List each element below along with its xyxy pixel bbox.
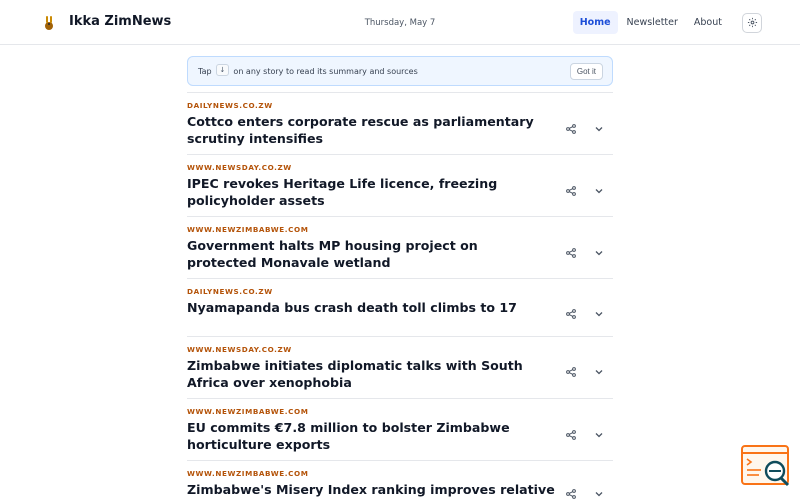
article-item[interactable]: DAILYNEWS.CO.ZW Cottco enters corporate … bbox=[187, 93, 613, 155]
dismiss-tip-button[interactable]: Got it bbox=[569, 63, 603, 80]
share-icon bbox=[566, 425, 576, 444]
terminal-search-icon bbox=[741, 445, 791, 494]
chevron-down-icon bbox=[594, 362, 604, 381]
nav-about[interactable]: About bbox=[687, 11, 729, 34]
share-button[interactable] bbox=[563, 182, 579, 198]
share-button[interactable] bbox=[563, 120, 579, 136]
main-nav: Home Newsletter About bbox=[571, 11, 762, 34]
article-item[interactable]: DAILYNEWS.CO.ZW Nyamapanda bus crash dea… bbox=[187, 279, 613, 337]
chevron-down-icon bbox=[594, 119, 604, 138]
tip-suffix: on any story to read its summary and sou… bbox=[233, 66, 418, 76]
article-title[interactable]: Nyamapanda bus crash death toll climbs t… bbox=[187, 299, 542, 316]
article-title[interactable]: IPEC revokes Heritage Life licence, free… bbox=[187, 175, 542, 209]
gear-icon bbox=[747, 13, 758, 32]
share-button[interactable] bbox=[563, 485, 579, 500]
article-title[interactable]: Cottco enters corporate rescue as parlia… bbox=[187, 113, 542, 147]
article-source[interactable]: WWW.NEWZIMBABWE.COM bbox=[187, 225, 308, 234]
chevron-down-icon bbox=[594, 425, 604, 444]
article-source[interactable]: DAILYNEWS.CO.ZW bbox=[187, 101, 273, 110]
nav-newsletter[interactable]: Newsletter bbox=[620, 11, 685, 34]
floating-widget[interactable] bbox=[741, 445, 791, 490]
expand-button[interactable] bbox=[591, 363, 607, 379]
article-list: DAILYNEWS.CO.ZW Cottco enters corporate … bbox=[187, 92, 613, 500]
expand-button[interactable] bbox=[591, 244, 607, 260]
article-item[interactable]: WWW.NEWZIMBABWE.COM EU commits €7.8 mill… bbox=[187, 399, 613, 461]
tip-banner: Tap ↓ on any story to read its summary a… bbox=[187, 56, 613, 86]
tip-message: Tap ↓ on any story to read its summary a… bbox=[198, 64, 418, 76]
share-icon bbox=[566, 362, 576, 381]
expand-button[interactable] bbox=[591, 426, 607, 442]
expand-button[interactable] bbox=[591, 305, 607, 321]
tip-prefix: Tap bbox=[198, 66, 212, 76]
settings-button[interactable] bbox=[742, 12, 762, 33]
article-title[interactable]: Zimbabwe's Misery Index ranking improves… bbox=[187, 481, 567, 500]
share-icon bbox=[566, 119, 576, 138]
nav-home[interactable]: Home bbox=[572, 11, 618, 34]
chevron-down-icon bbox=[594, 243, 604, 262]
article-source[interactable]: WWW.NEWSDAY.CO.ZW bbox=[187, 163, 292, 172]
article-item[interactable]: WWW.NEWZIMBABWE.COM Zimbabwe's Misery In… bbox=[187, 461, 613, 500]
article-item[interactable]: WWW.NEWZIMBABWE.COM Government halts MP … bbox=[187, 217, 613, 279]
share-icon bbox=[566, 484, 576, 500]
article-item[interactable]: WWW.NEWSDAY.CO.ZW IPEC revokes Heritage … bbox=[187, 155, 613, 217]
share-button[interactable] bbox=[563, 244, 579, 260]
key-hint: ↓ bbox=[215, 64, 230, 76]
article-title[interactable]: Government halts MP housing project on p… bbox=[187, 237, 542, 271]
share-button[interactable] bbox=[563, 363, 579, 379]
share-icon bbox=[566, 304, 576, 323]
article-source[interactable]: WWW.NEWSDAY.CO.ZW bbox=[187, 345, 292, 354]
article-source[interactable]: DAILYNEWS.CO.ZW bbox=[187, 287, 273, 296]
expand-button[interactable] bbox=[591, 485, 607, 500]
chevron-down-icon bbox=[594, 484, 604, 500]
article-source[interactable]: WWW.NEWZIMBABWE.COM bbox=[187, 407, 308, 416]
expand-button[interactable] bbox=[591, 120, 607, 136]
header: Ikka ZimNews Thursday, May 7 Home Newsle… bbox=[0, 0, 800, 45]
share-icon bbox=[566, 181, 576, 200]
share-icon bbox=[566, 243, 576, 262]
share-button[interactable] bbox=[563, 305, 579, 321]
article-title[interactable]: EU commits €7.8 million to bolster Zimba… bbox=[187, 419, 542, 453]
share-button[interactable] bbox=[563, 426, 579, 442]
chevron-down-icon bbox=[594, 304, 604, 323]
expand-button[interactable] bbox=[591, 182, 607, 198]
article-item[interactable]: WWW.NEWSDAY.CO.ZW Zimbabwe initiates dip… bbox=[187, 337, 613, 399]
article-source[interactable]: WWW.NEWZIMBABWE.COM bbox=[187, 469, 308, 478]
chevron-down-icon bbox=[594, 181, 604, 200]
article-title[interactable]: Zimbabwe initiates diplomatic talks with… bbox=[187, 357, 542, 391]
